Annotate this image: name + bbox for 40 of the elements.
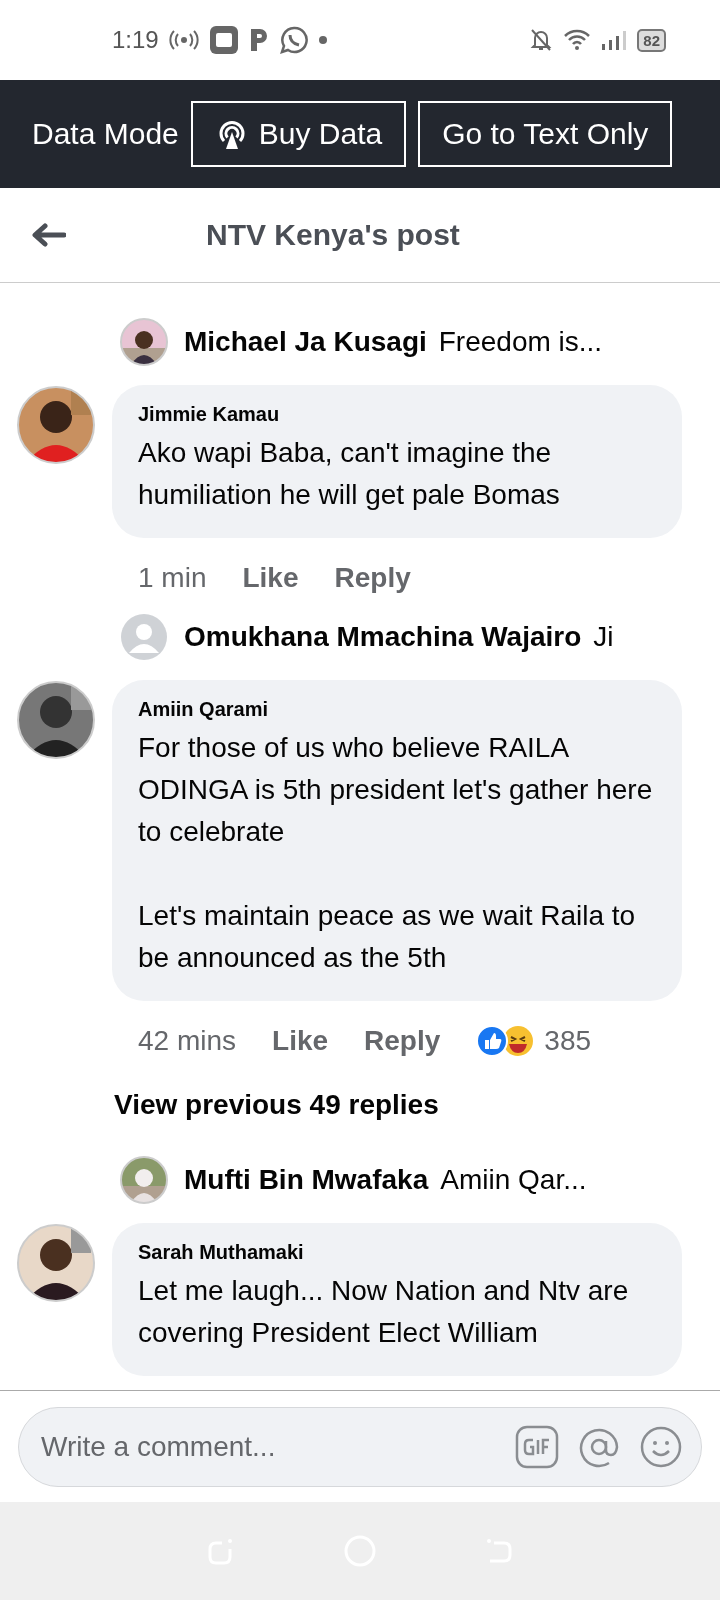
hotspot-icon [168,30,199,50]
wifi-icon [563,29,592,51]
buy-data-button[interactable]: Buy Data [190,101,407,167]
dot-icon [318,36,327,44]
comment-field[interactable]: Write a comment... [18,1406,702,1487]
data-mode-label: Data Mode [32,117,179,151]
comment-text: For those of us who believe RAILA ODINGA is 5th president let's gather here to celebrate Let's maintain peace as we wait Raila to be announced as the 5th [138,731,654,975]
comment-text: Let me laugh... Now Nation and Ntv are covering President Elect William [138,1274,630,1350]
comment-text: Ako wapi Baba, can't imagine the humiliation he will get pale Bomas [138,436,561,512]
reply-author[interactable]: Michael Ja Kusagi [184,326,427,358]
post-title: NTV Kenya's post [206,218,460,252]
reaction-count: 385 [544,1025,592,1057]
bell-muted-icon [529,27,554,53]
reply-snippet: Amiin Qar... [440,1164,587,1196]
gif-icon[interactable] [515,1424,559,1469]
emoji-icon[interactable] [639,1424,683,1469]
text-only-button[interactable]: Go to Text Only [418,101,673,167]
signal-icon [601,29,628,51]
chat-icon [278,25,309,55]
reply-snippet: Ji [593,621,614,653]
battery-indicator: 82 [637,28,666,52]
parking-icon [248,27,269,53]
reactions-icon [476,1025,535,1057]
app-icon [208,25,239,55]
status-time: 1:19 [112,26,159,54]
comment-time: 42 mins [138,1025,237,1057]
comment-input[interactable]: Write a comment... [39,1429,497,1464]
like-link[interactable]: Like [242,562,299,594]
comment-author[interactable]: Sarah Muthamaki [138,1241,656,1264]
view-replies-link[interactable]: View previous 49 replies [114,1089,439,1121]
like-link[interactable]: Like [272,1025,329,1057]
reply-snippet: Freedom is... [438,326,603,358]
reply-author[interactable]: Omukhana Mmachina Wajairo [184,621,582,653]
comment-author[interactable]: Amiin Qarami [138,698,656,721]
reply-author[interactable]: Mufti Bin Mwafaka [184,1164,429,1196]
reply-link[interactable]: Reply [334,562,411,594]
reply-link[interactable]: Reply [364,1025,441,1057]
comment-time: 1 min [138,562,207,594]
back-arrow-icon[interactable] [30,223,66,247]
comment-author[interactable]: Jimmie Kamau [138,403,656,426]
